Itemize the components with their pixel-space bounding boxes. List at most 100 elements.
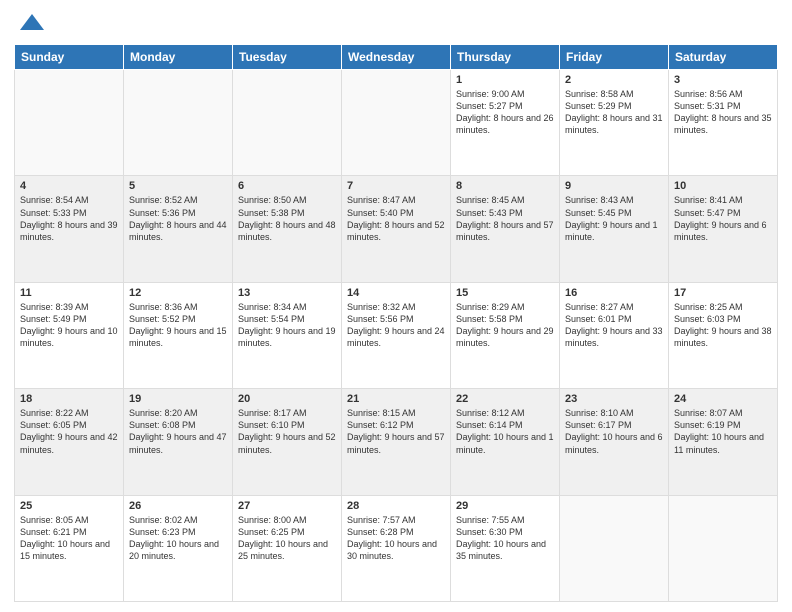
calendar: SundayMondayTuesdayWednesdayThursdayFrid… xyxy=(14,44,778,602)
day-info: Sunrise: 8:56 AMSunset: 5:31 PMDaylight:… xyxy=(674,88,772,137)
cal-cell-empty-0-1 xyxy=(124,70,233,176)
logo-icon xyxy=(18,10,46,38)
cal-cell-28: 28 Sunrise: 7:57 AMSunset: 6:28 PMDayligh… xyxy=(342,495,451,601)
day-info: Sunrise: 8:39 AMSunset: 5:49 PMDaylight:… xyxy=(20,301,118,350)
day-number: 21 xyxy=(347,393,445,405)
week-row-4: 18Sunrise: 8:22 AMSunset: 6:05 PMDayligh… xyxy=(15,389,778,495)
day-number: 18 xyxy=(20,393,118,405)
cal-cell-29: 29 Sunrise: 7:55 AMSunset: 6:30 PMDayligh… xyxy=(451,495,560,601)
day-number: 11 xyxy=(20,287,118,299)
cal-cell-5: 5 Sunrise: 8:52 AMSunset: 5:36 PMDaylight… xyxy=(124,176,233,282)
calendar-table: SundayMondayTuesdayWednesdayThursdayFrid… xyxy=(14,44,778,602)
day-info: Sunrise: 8:41 AMSunset: 5:47 PMDaylight:… xyxy=(674,194,772,243)
day-number: 27 xyxy=(238,500,336,512)
cal-cell-17: 17 Sunrise: 8:25 AMSunset: 6:03 PMDayligh… xyxy=(669,282,778,388)
cal-cell-empty-0-3 xyxy=(342,70,451,176)
day-info: Sunrise: 9:00 AMSunset: 5:27 PMDaylight:… xyxy=(456,88,554,137)
cal-cell-24: 24 Sunrise: 8:07 AMSunset: 6:19 PMDayligh… xyxy=(669,389,778,495)
day-number: 2 xyxy=(565,74,663,86)
cal-cell-empty-4-6 xyxy=(669,495,778,601)
day-header-tuesday: Tuesday xyxy=(233,45,342,70)
cal-cell-21: 21 Sunrise: 8:15 AMSunset: 6:12 PMDayligh… xyxy=(342,389,451,495)
day-number: 22 xyxy=(456,393,554,405)
cal-cell-12: 12Sunrise: 8:36 AMSunset: 5:52 PMDayligh… xyxy=(124,282,233,388)
day-info: Sunrise: 8:27 AMSunset: 6:01 PMDaylight:… xyxy=(565,301,663,350)
day-info: Sunrise: 8:43 AMSunset: 5:45 PMDaylight:… xyxy=(565,194,663,243)
cal-cell-19: 19 Sunrise: 8:20 AMSunset: 6:08 PMDayligh… xyxy=(124,389,233,495)
day-number: 13 xyxy=(238,287,336,299)
day-info: Sunrise: 7:57 AMSunset: 6:28 PMDaylight:… xyxy=(347,514,445,563)
cal-cell-14: 14 Sunrise: 8:32 AMSunset: 5:56 PMDayligh… xyxy=(342,282,451,388)
day-info: Sunrise: 8:05 AMSunset: 6:21 PMDaylight:… xyxy=(20,514,118,563)
day-info: Sunrise: 8:32 AMSunset: 5:56 PMDaylight:… xyxy=(347,301,445,350)
day-info: Sunrise: 8:50 AMSunset: 5:38 PMDaylight:… xyxy=(238,194,336,243)
cal-cell-25: 25 Sunrise: 8:05 AMSunset: 6:21 PMDayligh… xyxy=(15,495,124,601)
day-number: 4 xyxy=(20,180,118,192)
day-number: 7 xyxy=(347,180,445,192)
day-info: Sunrise: 8:00 AMSunset: 6:25 PMDaylight:… xyxy=(238,514,336,563)
day-info: Sunrise: 8:17 AMSunset: 6:10 PMDaylight:… xyxy=(238,407,336,456)
day-number: 23 xyxy=(565,393,663,405)
cal-cell-10: 10 Sunrise: 8:41 AMSunset: 5:47 PMDayligh… xyxy=(669,176,778,282)
day-info: Sunrise: 8:20 AMSunset: 6:08 PMDaylight:… xyxy=(129,407,227,456)
day-number: 17 xyxy=(674,287,772,299)
day-number: 24 xyxy=(674,393,772,405)
cal-cell-8: 8Sunrise: 8:45 AMSunset: 5:43 PMDaylight… xyxy=(451,176,560,282)
day-header-friday: Friday xyxy=(560,45,669,70)
day-info: Sunrise: 7:55 AMSunset: 6:30 PMDaylight:… xyxy=(456,514,554,563)
cal-cell-22: 22 Sunrise: 8:12 AMSunset: 6:14 PMDayligh… xyxy=(451,389,560,495)
day-header-wednesday: Wednesday xyxy=(342,45,451,70)
cal-cell-16: 16 Sunrise: 8:27 AMSunset: 6:01 PMDayligh… xyxy=(560,282,669,388)
day-info: Sunrise: 8:36 AMSunset: 5:52 PMDaylight:… xyxy=(129,301,227,350)
day-number: 19 xyxy=(129,393,227,405)
day-info: Sunrise: 8:12 AMSunset: 6:14 PMDaylight:… xyxy=(456,407,554,456)
cal-cell-3: 3 Sunrise: 8:56 AMSunset: 5:31 PMDaylight… xyxy=(669,70,778,176)
day-info: Sunrise: 8:34 AMSunset: 5:54 PMDaylight:… xyxy=(238,301,336,350)
day-info: Sunrise: 8:52 AMSunset: 5:36 PMDaylight:… xyxy=(129,194,227,243)
cal-cell-18: 18Sunrise: 8:22 AMSunset: 6:05 PMDayligh… xyxy=(15,389,124,495)
day-number: 5 xyxy=(129,180,227,192)
day-header-thursday: Thursday xyxy=(451,45,560,70)
day-number: 25 xyxy=(20,500,118,512)
day-number: 26 xyxy=(129,500,227,512)
day-number: 20 xyxy=(238,393,336,405)
day-number: 16 xyxy=(565,287,663,299)
day-number: 8 xyxy=(456,180,554,192)
day-info: Sunrise: 8:02 AMSunset: 6:23 PMDaylight:… xyxy=(129,514,227,563)
header xyxy=(14,10,778,38)
day-info: Sunrise: 8:47 AMSunset: 5:40 PMDaylight:… xyxy=(347,194,445,243)
day-number: 28 xyxy=(347,500,445,512)
day-number: 1 xyxy=(456,74,554,86)
cal-cell-11: 11 Sunrise: 8:39 AMSunset: 5:49 PMDayligh… xyxy=(15,282,124,388)
cal-cell-7: 7 Sunrise: 8:47 AMSunset: 5:40 PMDaylight… xyxy=(342,176,451,282)
day-info: Sunrise: 8:58 AMSunset: 5:29 PMDaylight:… xyxy=(565,88,663,137)
day-info: Sunrise: 8:10 AMSunset: 6:17 PMDaylight:… xyxy=(565,407,663,456)
week-row-1: 1 Sunrise: 9:00 AMSunset: 5:27 PMDaylight… xyxy=(15,70,778,176)
week-row-3: 11 Sunrise: 8:39 AMSunset: 5:49 PMDayligh… xyxy=(15,282,778,388)
day-header-monday: Monday xyxy=(124,45,233,70)
cal-cell-2: 2 Sunrise: 8:58 AMSunset: 5:29 PMDaylight… xyxy=(560,70,669,176)
day-number: 10 xyxy=(674,180,772,192)
cal-cell-23: 23 Sunrise: 8:10 AMSunset: 6:17 PMDayligh… xyxy=(560,389,669,495)
header-row: SundayMondayTuesdayWednesdayThursdayFrid… xyxy=(15,45,778,70)
cal-cell-4: 4 Sunrise: 8:54 AMSunset: 5:33 PMDaylight… xyxy=(15,176,124,282)
cal-cell-20: 20 Sunrise: 8:17 AMSunset: 6:10 PMDayligh… xyxy=(233,389,342,495)
cal-cell-15: 15 Sunrise: 8:29 AMSunset: 5:58 PMDayligh… xyxy=(451,282,560,388)
day-info: Sunrise: 8:29 AMSunset: 5:58 PMDaylight:… xyxy=(456,301,554,350)
logo xyxy=(14,10,46,38)
day-number: 29 xyxy=(456,500,554,512)
day-number: 15 xyxy=(456,287,554,299)
cal-cell-26: 26 Sunrise: 8:02 AMSunset: 6:23 PMDayligh… xyxy=(124,495,233,601)
day-info: Sunrise: 8:07 AMSunset: 6:19 PMDaylight:… xyxy=(674,407,772,456)
cal-cell-1: 1 Sunrise: 9:00 AMSunset: 5:27 PMDaylight… xyxy=(451,70,560,176)
day-number: 14 xyxy=(347,287,445,299)
week-row-2: 4 Sunrise: 8:54 AMSunset: 5:33 PMDaylight… xyxy=(15,176,778,282)
day-info: Sunrise: 8:15 AMSunset: 6:12 PMDaylight:… xyxy=(347,407,445,456)
day-info: Sunrise: 8:25 AMSunset: 6:03 PMDaylight:… xyxy=(674,301,772,350)
cal-cell-9: 9Sunrise: 8:43 AMSunset: 5:45 PMDaylight… xyxy=(560,176,669,282)
cal-cell-empty-0-2 xyxy=(233,70,342,176)
day-number: 3 xyxy=(674,74,772,86)
cal-cell-27: 27 Sunrise: 8:00 AMSunset: 6:25 PMDayligh… xyxy=(233,495,342,601)
cal-cell-13: 13 Sunrise: 8:34 AMSunset: 5:54 PMDayligh… xyxy=(233,282,342,388)
day-info: Sunrise: 8:54 AMSunset: 5:33 PMDaylight:… xyxy=(20,194,118,243)
